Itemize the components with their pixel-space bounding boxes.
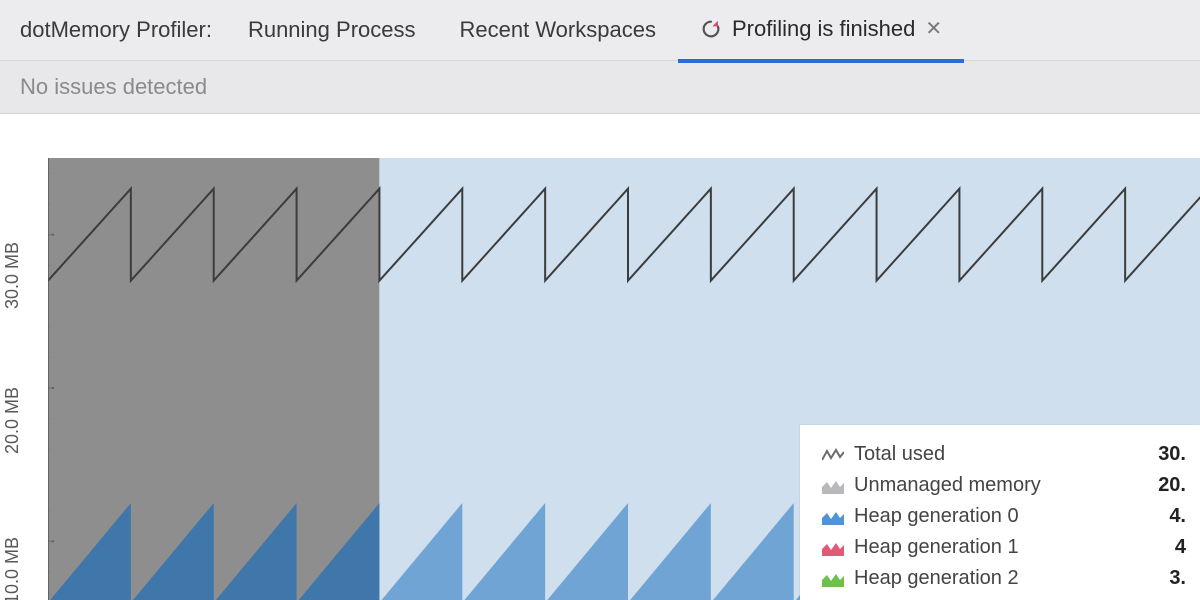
tab-recent-workspaces[interactable]: Recent Workspaces: [438, 0, 678, 60]
area-icon: [822, 509, 844, 525]
legend-value: 3.: [1169, 567, 1186, 590]
legend-value: 4.: [1169, 505, 1186, 528]
legend-value: 4: [1175, 536, 1186, 559]
legend-item-heap-gen1[interactable]: Heap generation 1 4: [822, 532, 1186, 563]
legend-value: 30.: [1158, 443, 1186, 466]
legend-label: Heap generation 2: [854, 567, 1019, 590]
legend-label: Unmanaged memory: [854, 474, 1041, 497]
legend-item-unmanaged[interactable]: Unmanaged memory 20.: [822, 470, 1186, 501]
status-bar: No issues detected: [0, 61, 1200, 114]
legend-item-total-used[interactable]: Total used 30.: [822, 439, 1186, 470]
memory-timeline-chart[interactable]: 10.0 MB 20.0 MB 30.0 MB Total used 30. U…: [0, 114, 1200, 600]
tab-profiling-finished[interactable]: Profiling is finished ✕: [678, 0, 964, 63]
tab-bar: dotMemory Profiler: Running Process Rece…: [0, 0, 1200, 61]
tab-running-process[interactable]: Running Process: [226, 0, 438, 60]
legend-panel: Total used 30. Unmanaged memory 20. Heap…: [800, 425, 1200, 600]
legend-item-heap-gen2[interactable]: Heap generation 2 3.: [822, 563, 1186, 594]
status-text: No issues detected: [20, 74, 207, 100]
area-icon: [822, 571, 844, 587]
y-axis-tick-label: 10.0 MB: [2, 537, 23, 600]
y-axis-tick-label: 30.0 MB: [2, 242, 23, 309]
legend-label: Total used: [854, 443, 945, 466]
refresh-icon: [700, 18, 722, 40]
area-icon: [822, 478, 844, 494]
area-icon: [822, 540, 844, 556]
legend-item-heap-gen0[interactable]: Heap generation 0 4.: [822, 501, 1186, 532]
legend-label: Heap generation 1: [854, 536, 1019, 559]
y-axis-tick-label: 20.0 MB: [2, 387, 23, 454]
tab-label: Profiling is finished: [732, 16, 915, 42]
legend-label: Heap generation 0: [854, 505, 1019, 528]
tab-label: Recent Workspaces: [460, 17, 656, 43]
tab-label: Running Process: [248, 17, 416, 43]
close-icon[interactable]: ✕: [925, 19, 942, 39]
legend-value: 20.: [1158, 474, 1186, 497]
app-title: dotMemory Profiler:: [10, 17, 226, 43]
line-icon: [822, 447, 844, 463]
